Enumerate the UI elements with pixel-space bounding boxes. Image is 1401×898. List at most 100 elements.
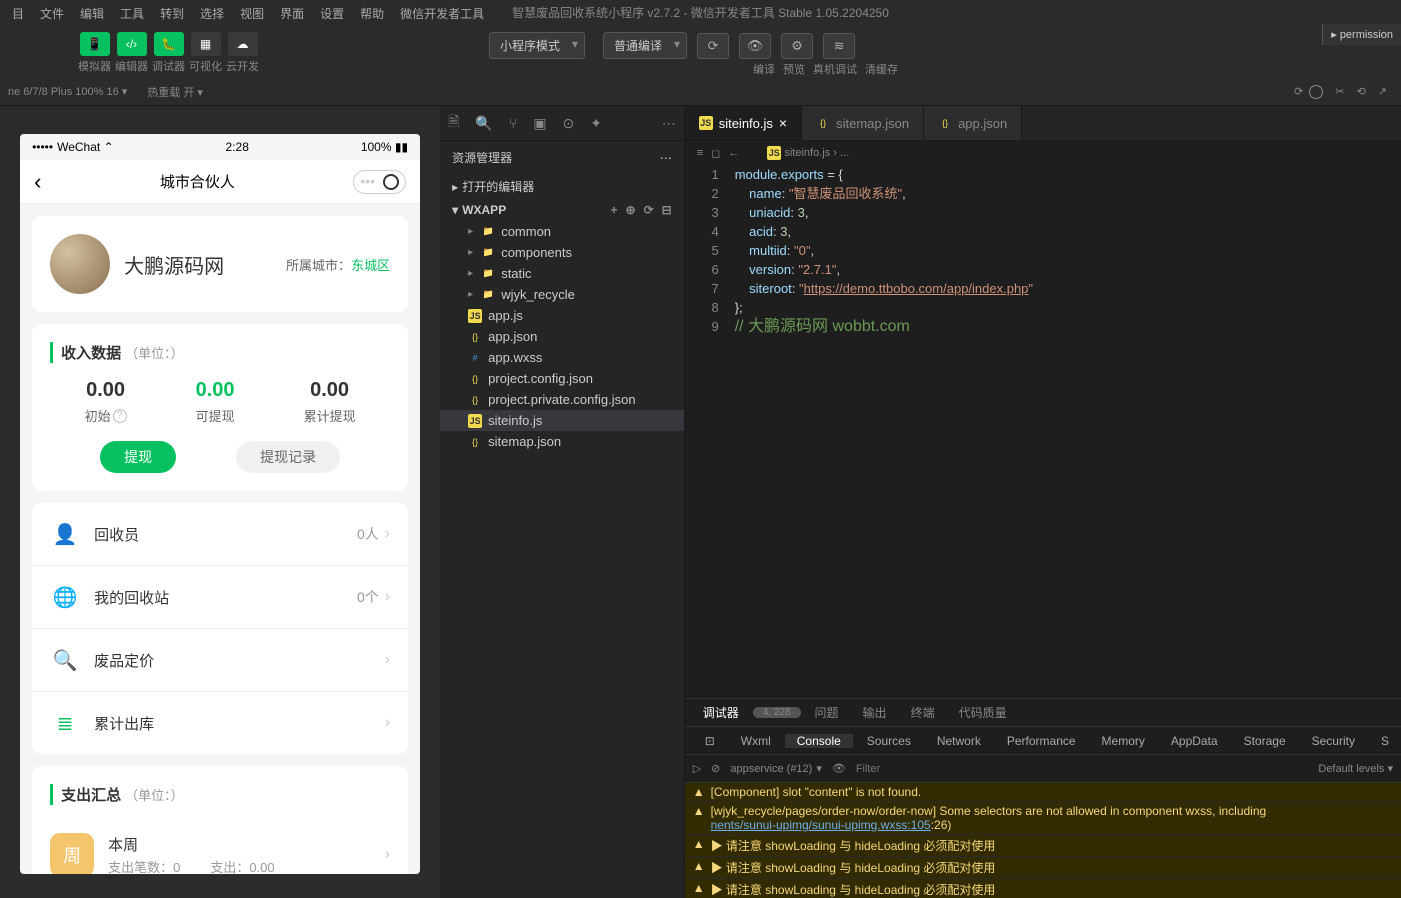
clear-cache-button[interactable]: ≋ [823,33,855,59]
menu-item-pricing[interactable]: 🔍废品定价› [32,629,408,692]
collapse-icon[interactable]: ⊟ [662,203,672,217]
close-circle-icon[interactable] [383,174,399,190]
devtools-performance[interactable]: Performance [995,734,1088,748]
close-tab-icon[interactable]: × [779,115,787,131]
context-dropdown[interactable]: appservice (#12) ▾ [730,762,821,775]
tab-app-json[interactable]: {}app.json [924,106,1022,140]
withdraw-button[interactable]: 提现 [100,441,176,473]
back-icon[interactable]: ‹ [34,169,41,195]
mode-dropdown[interactable]: 小程序模式 [489,32,585,59]
devtools-more[interactable]: S [1369,734,1401,748]
avatar[interactable] [50,234,110,294]
explorer-more-icon[interactable]: ⋯ [660,151,672,165]
devtools-security[interactable]: Security [1300,734,1367,748]
new-folder-icon[interactable]: ⊕ [626,203,636,217]
capsule-menu[interactable] [353,170,406,194]
workspace-root[interactable]: ▾ WXAPP+⊕⟳⊟ [440,199,684,221]
folder-common[interactable]: 📁common [440,221,684,242]
tab-quality[interactable]: 代码质量 [949,704,1017,721]
preview-button[interactable]: 👁 [739,33,771,59]
folder-static[interactable]: 📁static [440,263,684,284]
rotate-icon[interactable]: ⟲ [1357,85,1366,98]
list-icon[interactable]: ≡ [697,147,703,159]
eye-icon[interactable]: 👁 [832,762,846,775]
file-app-wxss[interactable]: #app.wxss [440,347,684,368]
hot-reload-toggle[interactable]: 热重载 开 ▾ [147,84,203,100]
expand-icon[interactable]: ↗ [1378,85,1387,98]
menu-item-station[interactable]: 🌐我的回收站0个› [32,566,408,629]
menu-select[interactable]: 选择 [192,5,232,22]
compile-dropdown[interactable]: 普通编译 [603,32,687,59]
levels-dropdown[interactable]: Default levels ▾ [1318,762,1393,775]
new-file-icon[interactable]: + [611,203,618,217]
debugger-toggle[interactable]: 🐛 [154,32,184,56]
refresh-icon[interactable]: ⟳ [644,203,654,217]
file-app-js[interactable]: JSapp.js [440,305,684,326]
menu-tools[interactable]: 工具 [112,5,152,22]
editor-toggle[interactable]: ‹/› [117,32,147,56]
devtools-network[interactable]: Network [925,734,993,748]
menu-goto[interactable]: 转到 [152,5,192,22]
console-clear-icon[interactable]: ⊘ [711,762,720,775]
refresh-icon[interactable]: ⟳ [1294,85,1303,98]
device-selector[interactable]: ne 6/7/8 Plus 100% 16 ▾ [8,85,127,98]
files-icon[interactable]: 🗎 [448,111,459,135]
box-icon[interactable]: ▣ [533,115,546,132]
tab-debugger[interactable]: 调试器 [693,704,749,721]
devtools-sources[interactable]: Sources [855,734,923,748]
open-editors-section[interactable]: ▸ 打开的编辑器 [440,174,684,199]
folder-components[interactable]: 📁components [440,242,684,263]
file-app-json[interactable]: {}app.json [440,326,684,347]
tab-terminal[interactable]: 终端 [901,704,945,721]
file-project-private-config[interactable]: {}project.private.config.json [440,389,684,410]
tab-issues[interactable]: 问题 [805,704,849,721]
tab-output[interactable]: 输出 [853,704,897,721]
menu-file[interactable]: 文件 [32,5,72,22]
inspect-icon[interactable]: ⊡ [693,734,727,748]
console-output[interactable]: ▲[Component] slot "content" is not found… [685,783,1401,898]
simulator-toggle[interactable]: 📱 [80,32,110,56]
menu-wechat[interactable]: 微信开发者工具 [392,5,492,22]
console-filter-input[interactable] [856,763,1309,775]
extension-icon[interactable]: ✦ [590,115,602,132]
code-editor[interactable]: 123456789 ⌄ module.exports = { name: "智慧… [685,165,1401,698]
search-icon[interactable]: 🔍 [475,115,492,132]
remote-debug-button[interactable]: ⚙ [781,33,813,59]
bug-icon[interactable]: ⊙ [563,115,575,132]
devtools-wxml[interactable]: Wxml [729,734,783,748]
menu-help[interactable]: 帮助 [352,5,392,22]
cloud-toggle[interactable]: ☁ [228,32,258,56]
folder-wjyk-recycle[interactable]: 📁wjyk_recycle [440,284,684,305]
menu-edit[interactable]: 编辑 [72,5,112,22]
help-icon[interactable]: ? [113,409,127,423]
back-nav-icon[interactable]: ← [728,147,739,159]
file-siteinfo-js[interactable]: JSsiteinfo.js [440,410,684,431]
menu-settings[interactable]: 设置 [312,5,352,22]
file-project-config[interactable]: {}project.config.json [440,368,684,389]
record-icon[interactable] [1309,85,1323,99]
tab-siteinfo-js[interactable]: JSsiteinfo.js× [685,106,802,140]
compile-button[interactable]: ⟳ [697,33,729,59]
menu-dots-icon[interactable] [360,173,375,191]
visualize-toggle[interactable]: ▦ [191,32,221,56]
branch-icon[interactable]: ⑂ [509,115,517,131]
withdraw-record-button[interactable]: 提现记录 [236,441,340,473]
tab-sitemap-json[interactable]: {}sitemap.json [802,106,924,140]
devtools-memory[interactable]: Memory [1090,734,1157,748]
expense-week[interactable]: 周本周支出笔数：0支出：0.00› [32,821,408,874]
devtools-console[interactable]: Console [785,734,853,748]
permission-button[interactable]: ▸ permission [1322,24,1401,45]
menu-interface[interactable]: 界面 [272,5,312,22]
cut-icon[interactable]: ✂ [1335,85,1344,98]
menu-view[interactable]: 视图 [232,5,272,22]
menu-project[interactable]: 目 [4,5,32,22]
device-bar: ne 6/7/8 Plus 100% 16 ▾ 热重载 开 ▾ ⟳ ✂ ⟲ ↗ [0,78,1401,106]
more-icon[interactable]: ⋯ [662,115,676,132]
menu-item-outbound[interactable]: ≣累计出库› [32,692,408,754]
bookmark-icon[interactable]: ◻ [711,147,720,160]
devtools-appdata[interactable]: AppData [1159,734,1230,748]
devtools-storage[interactable]: Storage [1232,734,1298,748]
file-sitemap-json[interactable]: {}sitemap.json [440,431,684,452]
console-play-icon[interactable]: ▷ [693,762,701,775]
menu-item-recycler[interactable]: 👤回收员0人› [32,503,408,566]
